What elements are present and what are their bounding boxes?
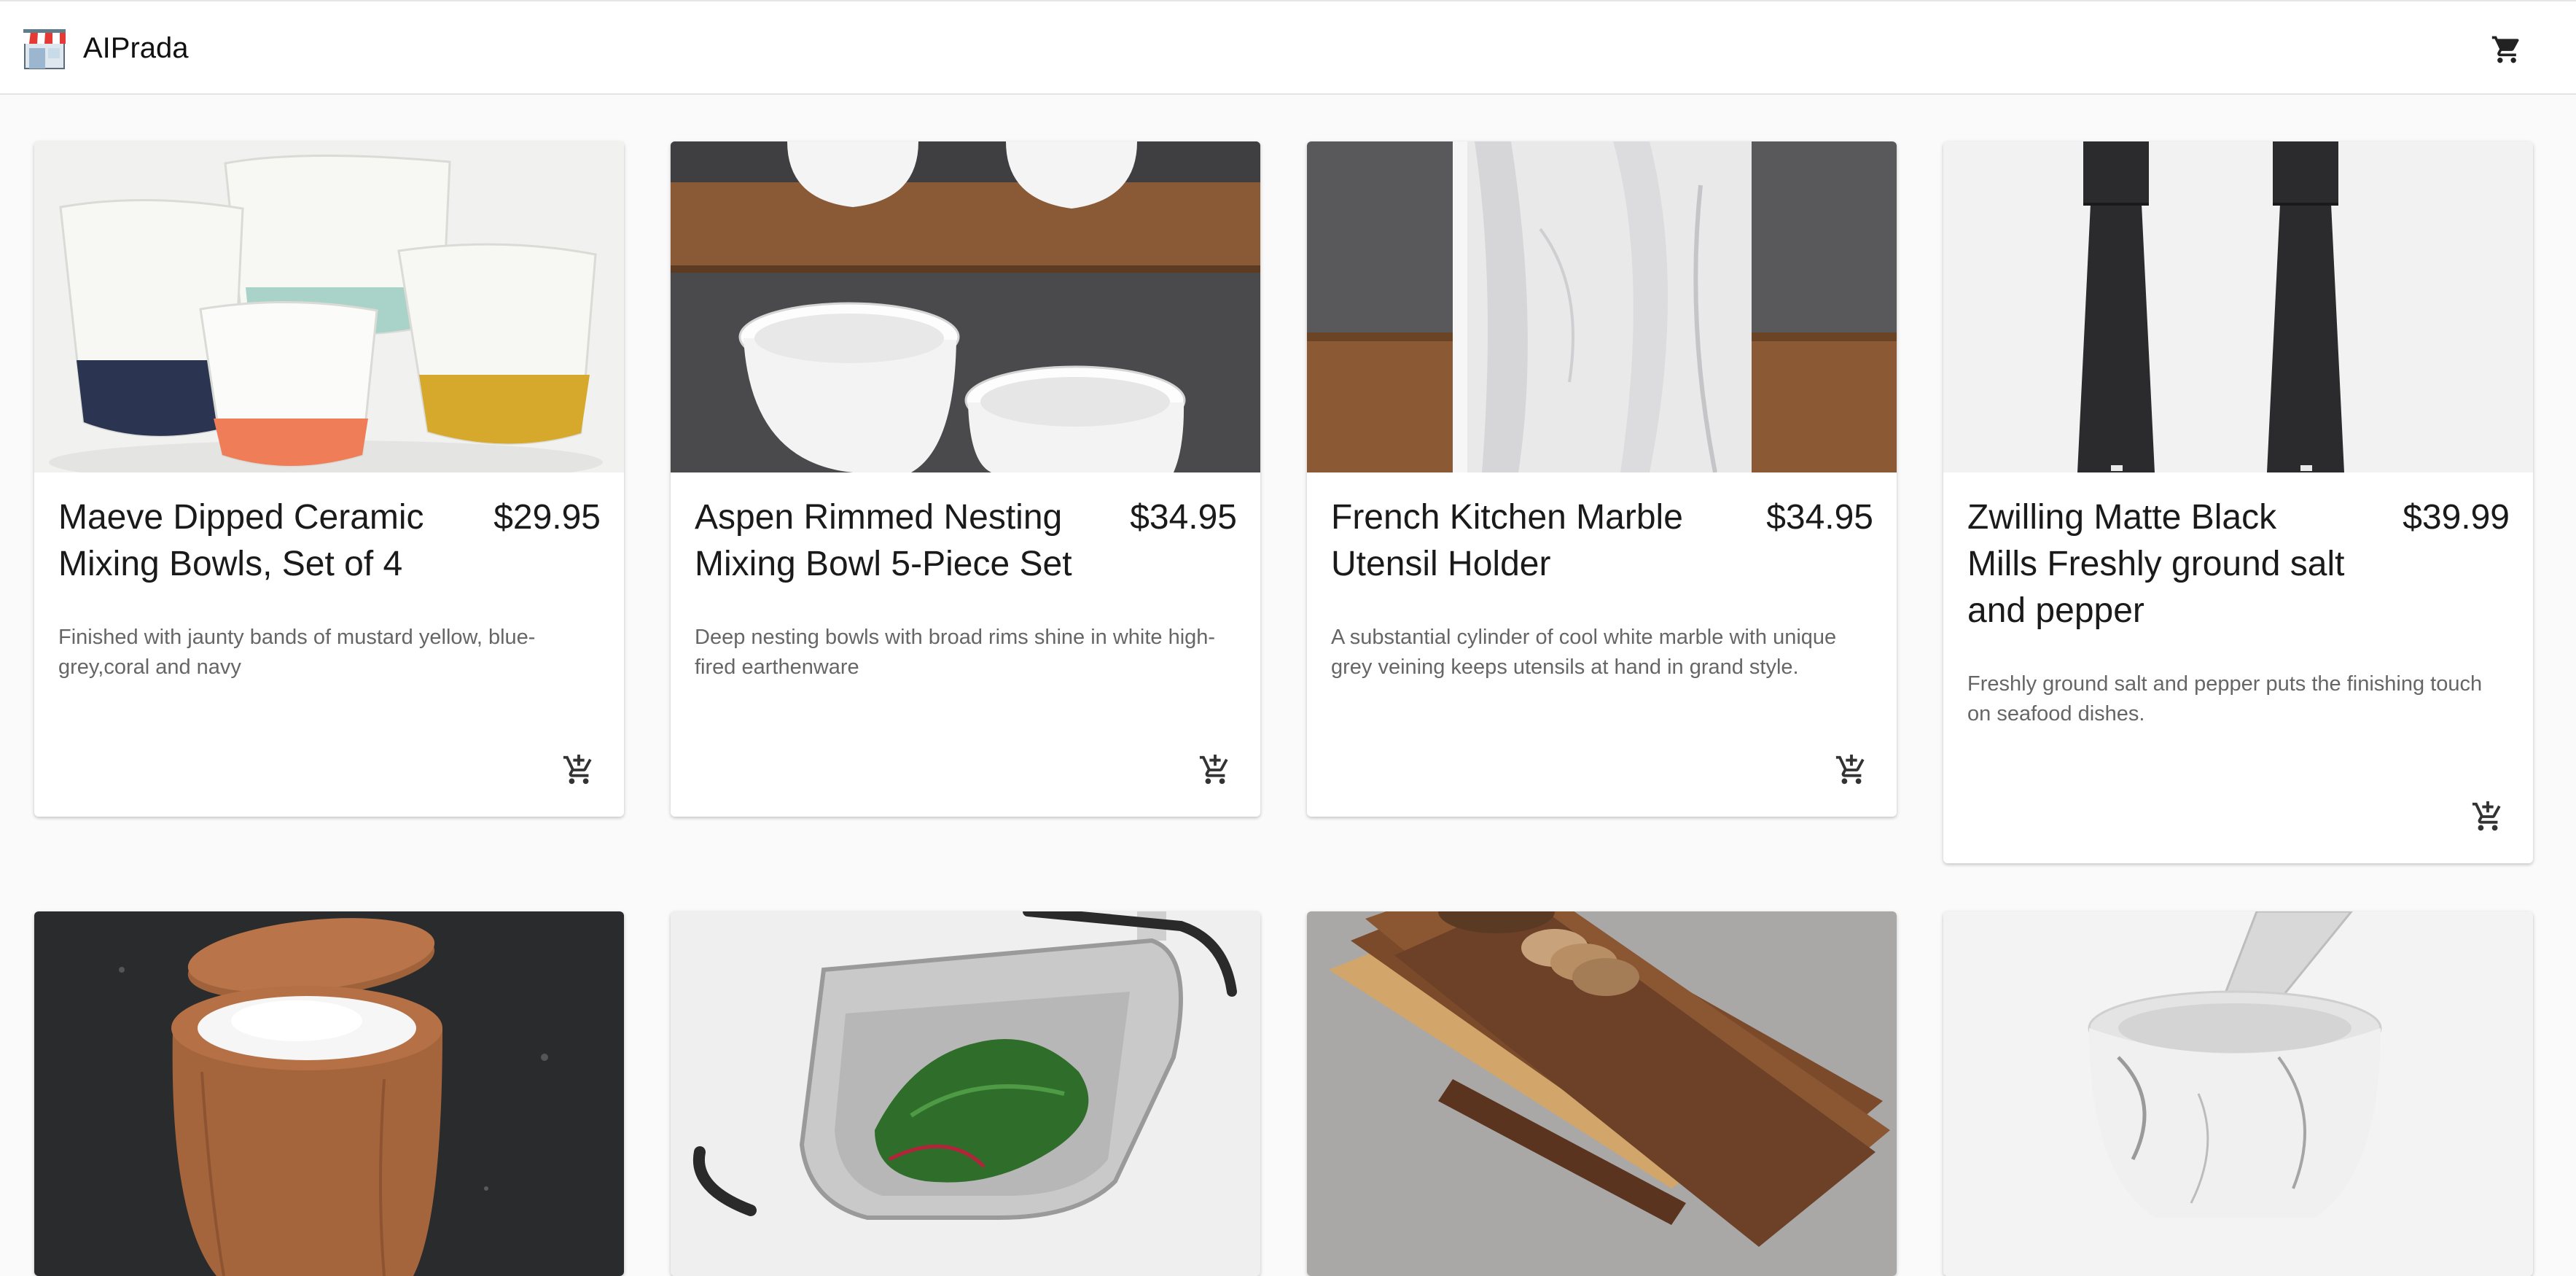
product-card[interactable] bbox=[34, 911, 624, 1276]
product-description: A substantial cylinder of cool white mar… bbox=[1331, 626, 1837, 679]
add-to-cart-icon bbox=[563, 754, 592, 785]
product-card[interactable]: Maeve Dipped Ceramic Mixing Bowls, Set o… bbox=[34, 141, 624, 817]
product-card[interactable]: Zwilling Matte Black Mills Freshly groun… bbox=[1943, 141, 2533, 863]
product-description: Finished with jaunty bands of mustard ye… bbox=[58, 626, 536, 679]
product-card[interactable] bbox=[671, 911, 1260, 1276]
salt-cellar-image[interactable] bbox=[34, 911, 624, 1276]
add-to-cart-icon bbox=[1835, 754, 1865, 785]
add-to-cart-icon bbox=[2472, 801, 2501, 831]
product-card[interactable] bbox=[1943, 911, 2533, 1276]
product-price: $39.99 bbox=[2403, 498, 2510, 537]
product-price: $34.95 bbox=[1766, 498, 1873, 537]
add-to-cart-button[interactable] bbox=[560, 751, 598, 789]
add-to-cart-button[interactable] bbox=[1833, 751, 1870, 789]
product-description: Deep nesting bowls with broad rims shine… bbox=[695, 626, 1216, 679]
cutting-boards-image[interactable] bbox=[1307, 911, 1897, 1276]
mixing-bowls-image[interactable] bbox=[34, 141, 624, 472]
product-price: $34.95 bbox=[1130, 498, 1237, 537]
product-card[interactable]: French Kitchen Marble Utensil Holder $34… bbox=[1307, 141, 1897, 817]
marble-holder-image[interactable] bbox=[1307, 141, 1897, 472]
mortar-pestle-image[interactable] bbox=[1943, 911, 2533, 1276]
product-grid: Maeve Dipped Ceramic Mixing Bowls, Set o… bbox=[0, 0, 2576, 1276]
pepper-mills-image[interactable] bbox=[1943, 141, 2533, 472]
product-title[interactable]: Aspen Rimmed Nesting Mixing Bowl 5-Piece… bbox=[695, 494, 1081, 588]
product-price: $29.95 bbox=[493, 498, 601, 537]
add-to-cart-icon bbox=[1199, 754, 1228, 785]
product-title[interactable]: Zwilling Matte Black Mills Freshly groun… bbox=[1967, 494, 2354, 634]
colander-image[interactable] bbox=[671, 911, 1260, 1276]
product-card[interactable]: Aspen Rimmed Nesting Mixing Bowl 5-Piece… bbox=[671, 141, 1260, 817]
product-description: Freshly ground salt and pepper puts the … bbox=[1967, 672, 2483, 725]
product-card[interactable] bbox=[1307, 911, 1897, 1276]
nesting-bowls-image[interactable] bbox=[671, 141, 1260, 472]
product-title[interactable]: Maeve Dipped Ceramic Mixing Bowls, Set o… bbox=[58, 494, 445, 588]
product-title[interactable]: French Kitchen Marble Utensil Holder bbox=[1331, 494, 1717, 588]
add-to-cart-button[interactable] bbox=[2469, 798, 2507, 836]
add-to-cart-button[interactable] bbox=[1196, 751, 1234, 789]
